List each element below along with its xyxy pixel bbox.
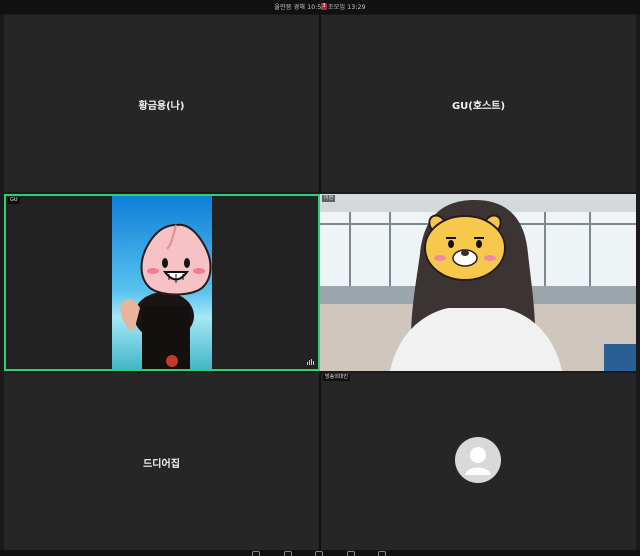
default-avatar-icon <box>455 437 501 483</box>
participant-tile-self[interactable]: 황금용(나) <box>4 15 319 192</box>
top-bar: 울만믐 경해 10:5 - 조모임 13:29 3 <box>0 0 640 14</box>
participant-tile-host[interactable]: GU(호스트) <box>321 15 636 192</box>
participant-name: GU(호스트) <box>451 101 506 112</box>
audio-level-icon <box>307 359 314 365</box>
participant-tag: 방송의대인 <box>323 374 351 381</box>
participant-tag: GU <box>8 197 20 204</box>
toolbar-button-5[interactable] <box>378 551 386 556</box>
meeting-title: 울만믐 경해 10:5 - 조모임 13:29 <box>274 4 366 11</box>
toolbar-button-1[interactable] <box>252 551 260 556</box>
participant-tile-no-video[interactable]: 방송의대인 <box>321 373 636 550</box>
participant-name: 황금용(나) <box>138 101 185 112</box>
toolbar-button-2[interactable] <box>284 551 292 556</box>
toolbar-button-4[interactable] <box>347 551 355 556</box>
toolbar-button-3[interactable] <box>315 551 323 556</box>
participant-name: 드디어집 <box>143 459 180 470</box>
avatar-sticker-peach-icon <box>140 223 212 296</box>
participant-tile-camera-off[interactable]: 드디어집 <box>4 373 319 550</box>
participant-tile-video[interactable]: 이현 <box>320 194 636 371</box>
bottom-toolbar <box>0 550 640 556</box>
participant-tile-active-speaker[interactable]: GU <box>4 194 320 371</box>
participant-tag: 이현 <box>322 195 336 202</box>
avatar-sticker-lion-icon <box>424 214 506 281</box>
record-badge: 3 <box>321 3 327 10</box>
